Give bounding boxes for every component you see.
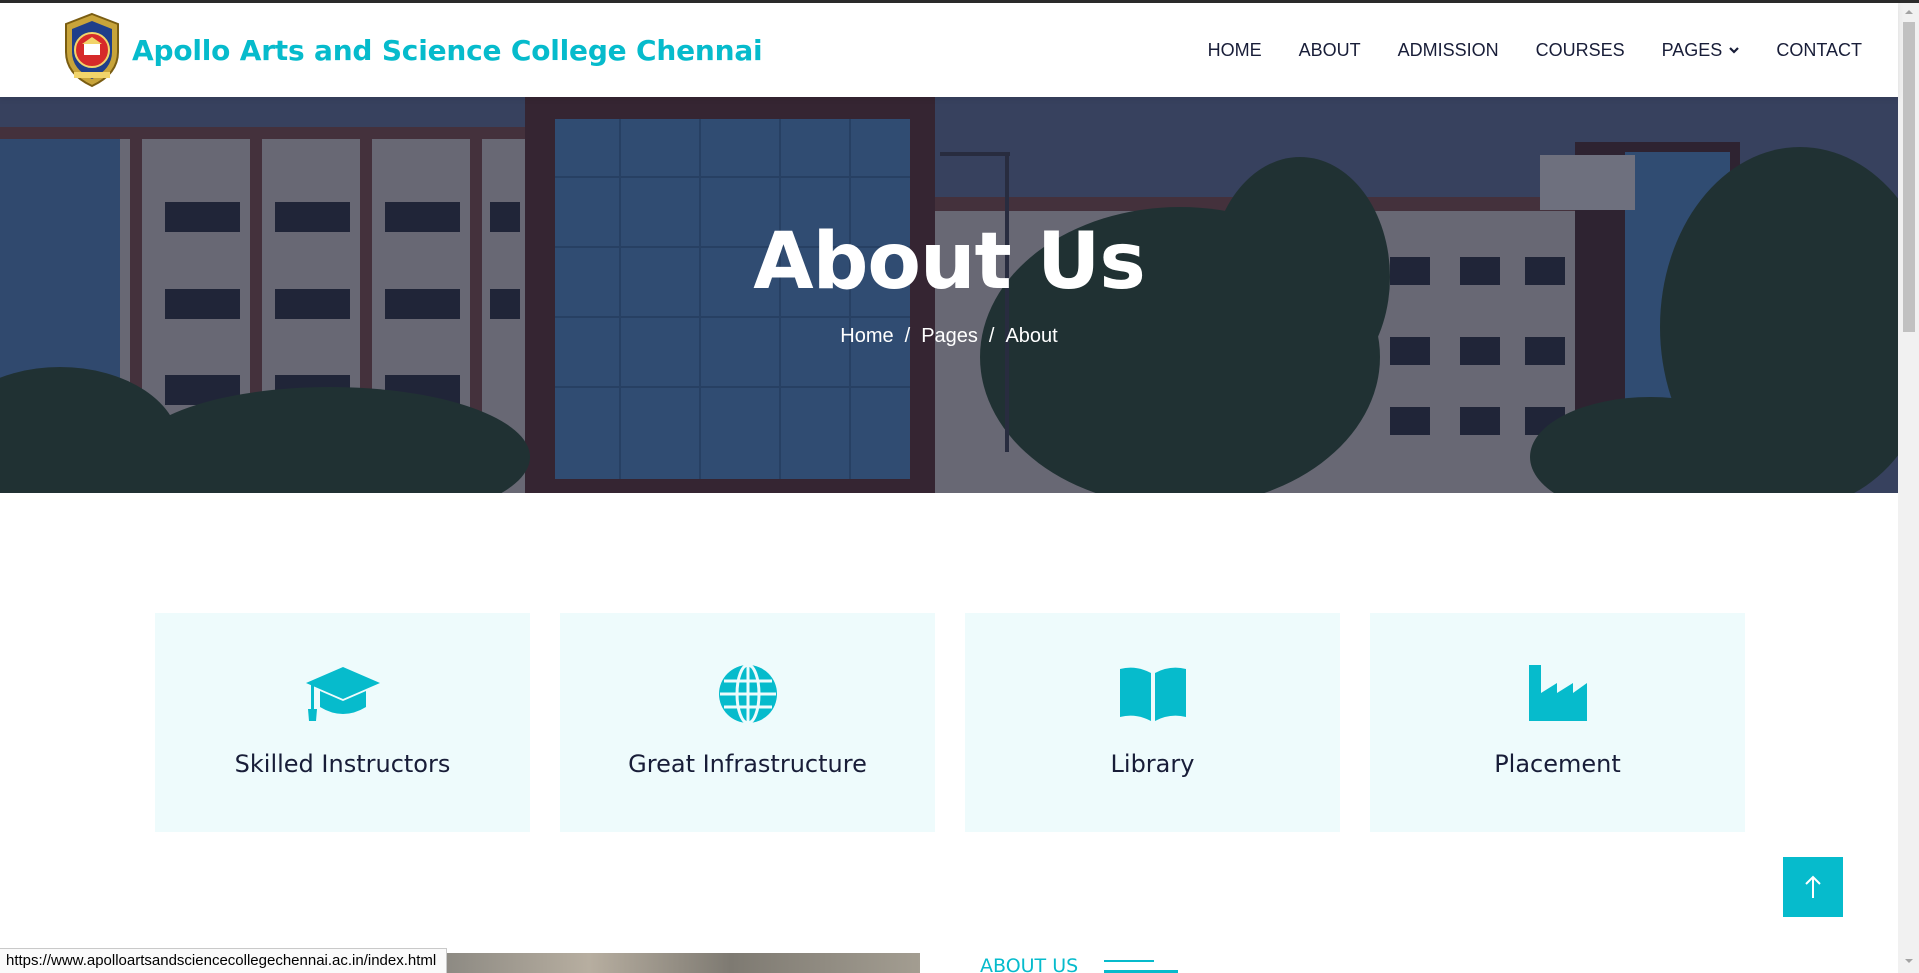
feature-label: Library (1110, 750, 1195, 778)
nav-contact[interactable]: CONTACT (1776, 40, 1862, 61)
nav-home-label: HOME (1207, 39, 1262, 60)
main-nav: HOME ABOUT ADMISSION COURSES PAGES CONTA… (1171, 3, 1862, 97)
icon-wrap (560, 663, 935, 725)
college-logo (65, 12, 119, 88)
navbar: Apollo Arts and Science College Chennai … (0, 3, 1898, 97)
status-bar-url: https://www.apolloartsandsciencecollegec… (0, 948, 448, 973)
arrow-up-icon (1805, 875, 1821, 898)
feature-card-great-infrastructure[interactable]: Great Infrastructure (560, 613, 935, 832)
breadcrumb-current: About (1005, 325, 1058, 347)
page-title: About Us (753, 217, 1146, 307)
brand-name: Apollo Arts and Science College Chennai (132, 33, 763, 67)
nav-about-label: ABOUT (1298, 39, 1361, 60)
feature-card-library[interactable]: Library (965, 613, 1340, 832)
feature-label: Skilled Instructors (234, 750, 451, 778)
icon-wrap (155, 663, 530, 725)
nav-admission[interactable]: ADMISSION (1398, 40, 1499, 61)
nav-courses-label: COURSES (1535, 39, 1625, 60)
feature-label: Great Infrastructure (628, 750, 867, 778)
chevron-down-icon (1729, 47, 1740, 54)
nav-pages-label: PAGES (1661, 39, 1723, 60)
icon-wrap (1370, 663, 1745, 725)
feature-card-placement[interactable]: Placement (1370, 613, 1745, 832)
feature-card-skilled-instructors[interactable]: Skilled Instructors (155, 613, 530, 832)
book-open-icon (1119, 667, 1186, 721)
breadcrumb-home[interactable]: Home (840, 325, 893, 347)
breadcrumb-separator: / (988, 325, 995, 347)
nav-courses[interactable]: COURSES (1536, 40, 1625, 61)
page-header-hero: About Us Home / Pages / About (0, 97, 1898, 493)
breadcrumb: Home / Pages / About (0, 325, 1898, 348)
nav-about[interactable]: ABOUT (1299, 40, 1361, 61)
nav-home[interactable]: HOME (1208, 40, 1262, 61)
scrollbar-thumb[interactable] (1903, 22, 1915, 332)
scroll-down-arrow-icon[interactable] (1903, 955, 1915, 967)
graduation-cap-icon (305, 667, 380, 721)
breadcrumb-separator: / (904, 325, 911, 347)
scroll-up-arrow-icon[interactable] (1903, 6, 1915, 18)
about-section-label: ABOUT US (980, 955, 1079, 973)
about-image (447, 953, 920, 973)
nav-pages-dropdown[interactable]: PAGES (1662, 40, 1740, 61)
icon-wrap (965, 663, 1340, 725)
back-to-top-button[interactable] (1783, 857, 1843, 917)
globe-icon (718, 663, 777, 725)
industry-icon (1528, 665, 1587, 721)
nav-contact-label: CONTACT (1776, 39, 1862, 60)
brand[interactable]: Apollo Arts and Science College Chennai (60, 12, 763, 88)
feature-label: Placement (1494, 750, 1621, 778)
nav-admission-label: ADMISSION (1397, 39, 1499, 60)
breadcrumb-pages[interactable]: Pages (921, 325, 978, 347)
about-label-underline (1104, 960, 1154, 962)
